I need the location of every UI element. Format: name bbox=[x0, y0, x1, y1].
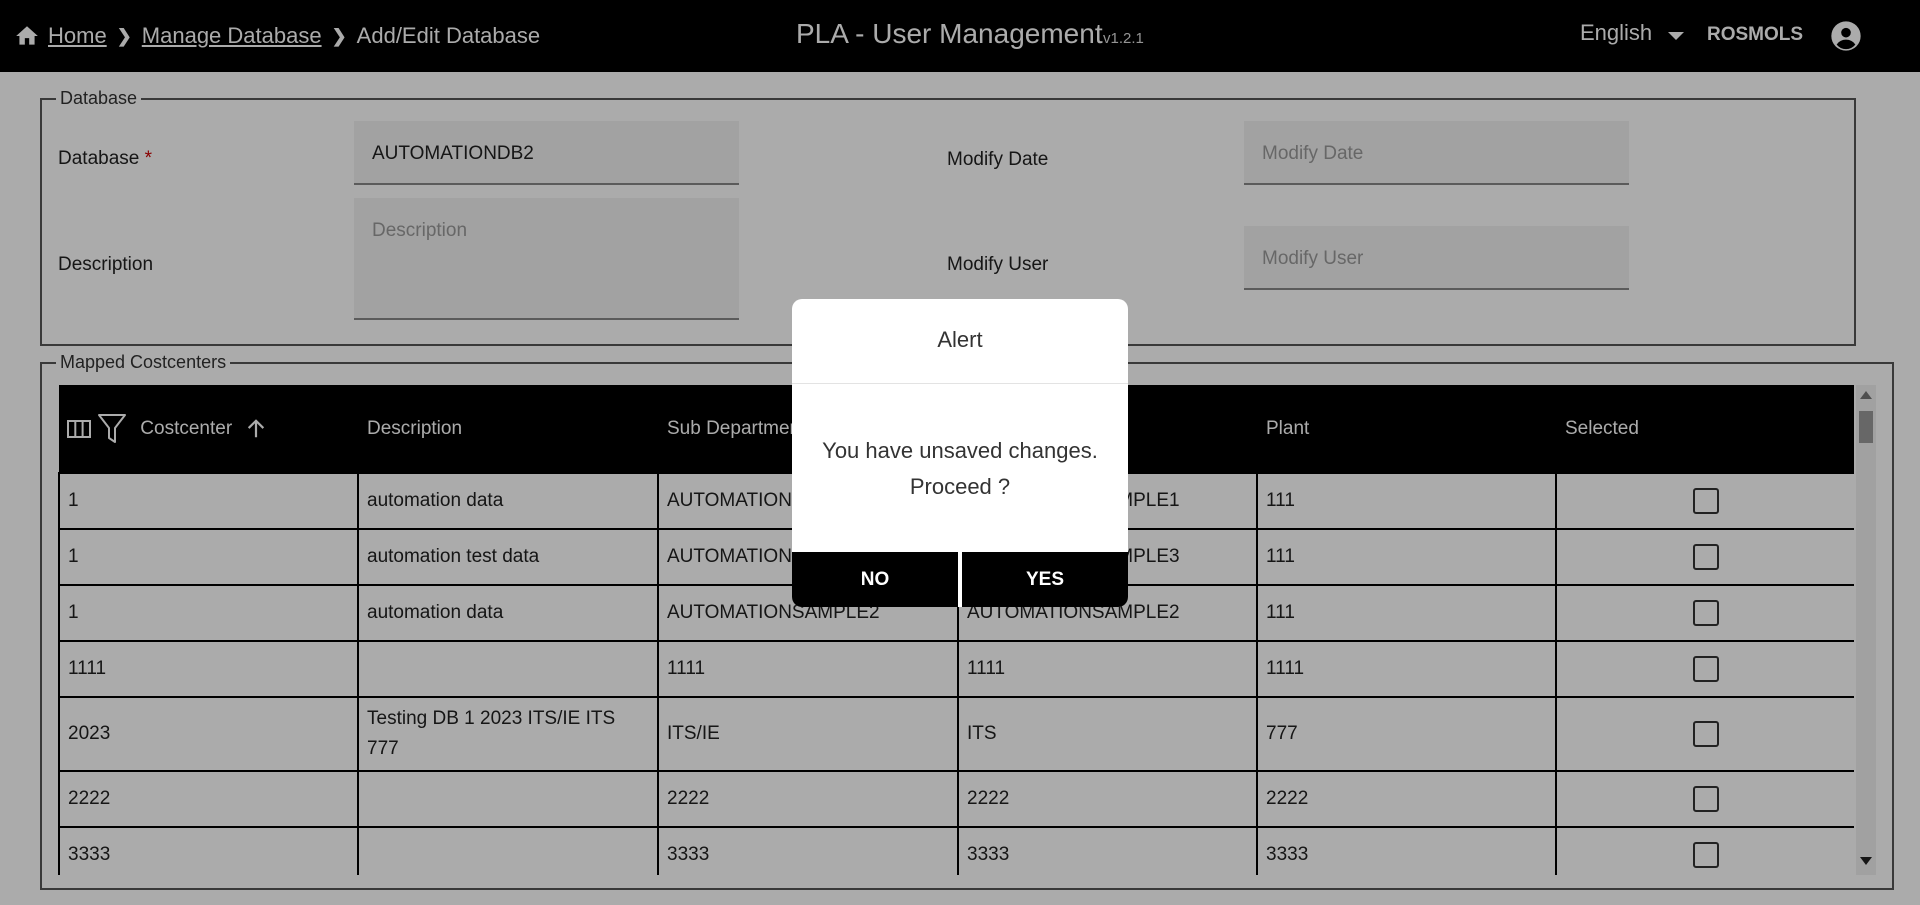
dialog-divider bbox=[792, 383, 1128, 384]
no-button[interactable]: NO bbox=[792, 552, 958, 607]
yes-button[interactable]: YES bbox=[962, 552, 1128, 607]
dialog-title: Alert bbox=[937, 327, 983, 352]
dialog-message: You have unsaved changes. Proceed ? bbox=[822, 438, 1098, 499]
alert-dialog: Alert You have unsaved changes. Proceed … bbox=[792, 299, 1128, 607]
